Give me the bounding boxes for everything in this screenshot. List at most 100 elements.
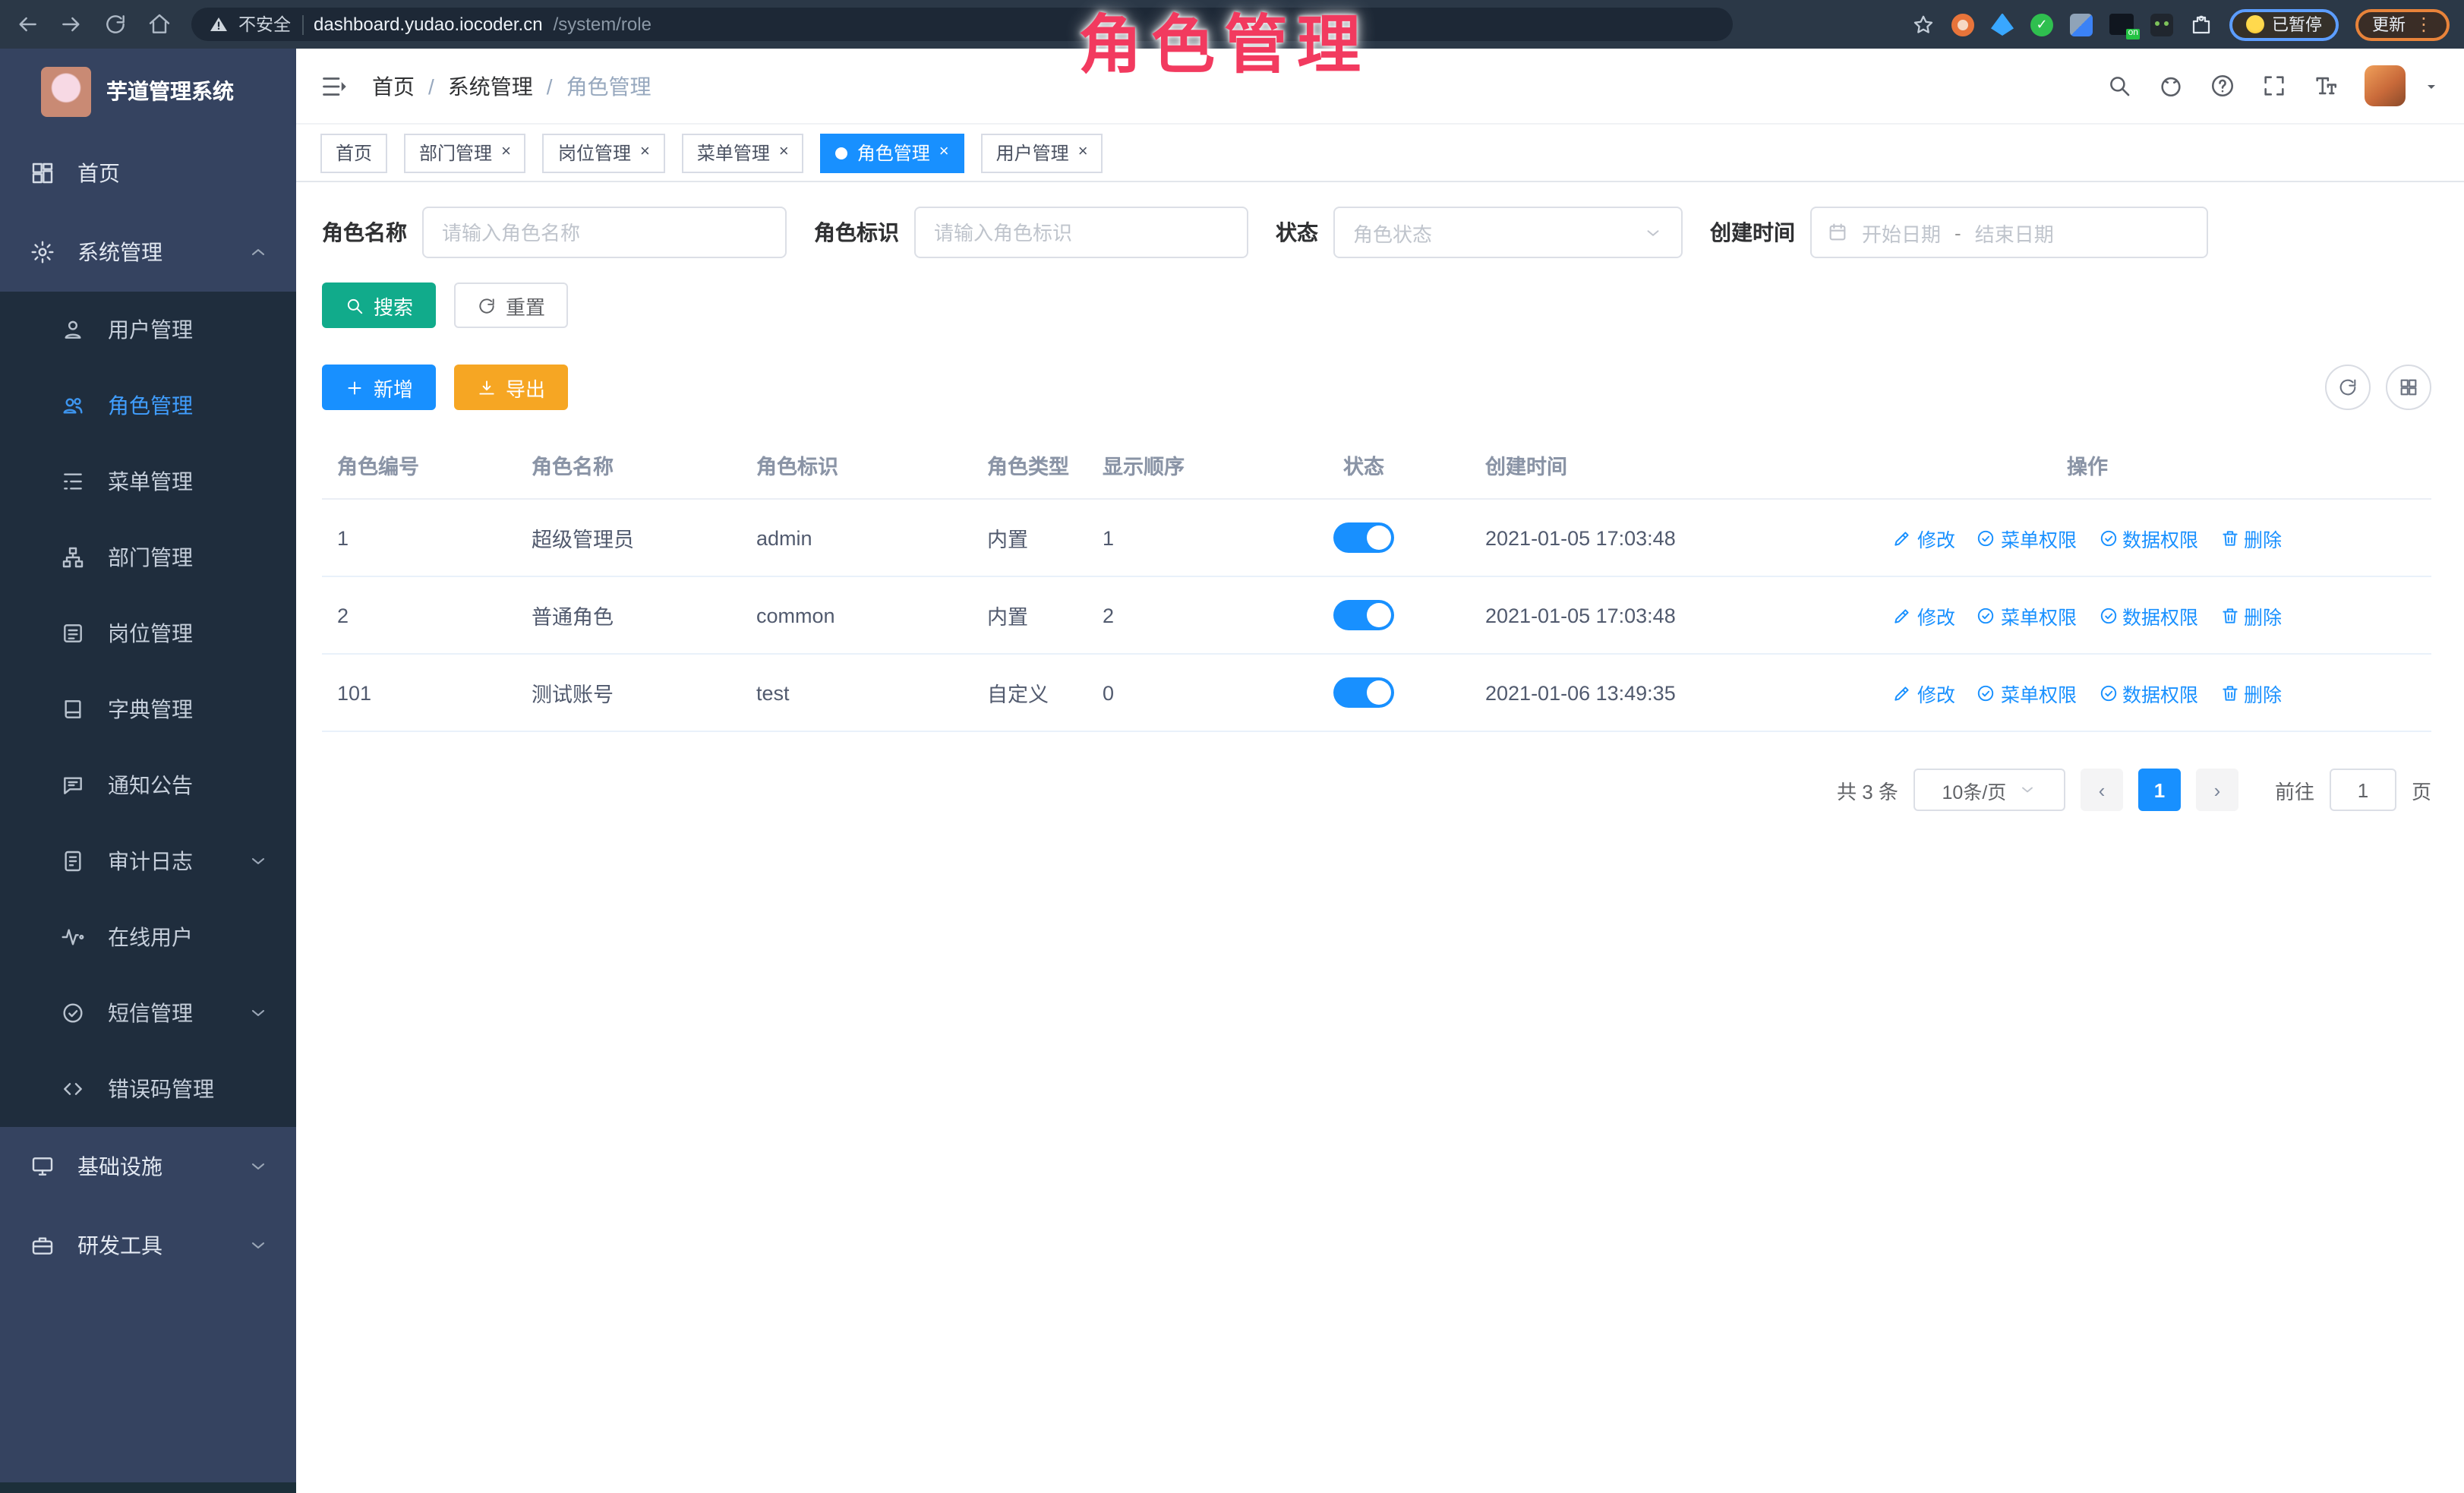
tab-部门管理[interactable]: 部门管理×	[404, 133, 526, 172]
sidebar-item-depts[interactable]: 部门管理	[0, 519, 296, 595]
github-icon[interactable]	[2158, 73, 2184, 99]
op-link-label: 删除	[2244, 601, 2282, 630]
delete-link[interactable]: 删除	[2219, 523, 2282, 552]
sidebar-item-audit-log[interactable]: 审计日志	[0, 823, 296, 899]
bookmark-star-icon[interactable]	[1912, 13, 1935, 36]
refresh-button[interactable]	[2325, 365, 2371, 410]
page-number-button[interactable]: 1	[2138, 769, 2181, 811]
edit-icon	[1893, 683, 1913, 702]
role-name-input[interactable]	[422, 207, 787, 258]
breadcrumb-system[interactable]: 系统管理	[448, 71, 533, 101]
avatar-caret-icon[interactable]	[2422, 77, 2440, 95]
edit-link[interactable]: 修改	[1893, 678, 1955, 707]
sidebar-item-roles[interactable]: 角色管理	[0, 368, 296, 443]
trash-icon	[2219, 683, 2239, 702]
menu-permission-link[interactable]: 菜单权限	[1977, 523, 2077, 552]
goto-page-input[interactable]	[2330, 769, 2396, 811]
close-icon[interactable]: ×	[939, 144, 949, 161]
sidebar-item-notice[interactable]: 通知公告	[0, 747, 296, 823]
sidebar-item-error-code[interactable]: 错误码管理	[0, 1051, 296, 1127]
address-bar[interactable]: 不安全 dashboard.yudao.iocoder.cn/system/ro…	[191, 8, 1733, 41]
export-button[interactable]: 导出	[454, 365, 568, 410]
browser-back-icon[interactable]	[15, 12, 39, 36]
role-key-label: 角色标识	[814, 217, 899, 248]
breadcrumb-home[interactable]: 首页	[372, 71, 415, 101]
search-button[interactable]: 搜索	[322, 283, 436, 328]
active-dot-icon	[836, 147, 848, 159]
menu-permission-link[interactable]: 菜单权限	[1977, 678, 2077, 707]
ext-onetab-icon[interactable]: on	[2109, 14, 2134, 35]
menu-permission-link[interactable]: 菜单权限	[1977, 601, 2077, 630]
op-link-label: 数据权限	[2122, 678, 2198, 707]
ext-drop-icon[interactable]	[1991, 13, 2014, 36]
close-icon[interactable]: ×	[501, 144, 511, 161]
delete-link[interactable]: 删除	[2219, 601, 2282, 630]
status-select[interactable]: 角色状态	[1333, 207, 1683, 258]
data-permission-link[interactable]: 数据权限	[2098, 678, 2198, 707]
sidebar-item-label: 首页	[77, 158, 120, 188]
sidebar-item-dev-tools[interactable]: 研发工具	[0, 1206, 296, 1285]
page-size-select[interactable]: 10条/页	[1913, 769, 2065, 811]
sidebar: 芋道管理系统 首页系统管理用户管理角色管理菜单管理部门管理岗位管理字典管理通知公…	[0, 49, 296, 1493]
status-toggle[interactable]	[1333, 677, 1394, 708]
kebab-menu-icon[interactable]: ⋮	[2415, 14, 2433, 35]
status-toggle[interactable]	[1333, 600, 1394, 630]
ext-tampermonkey-icon[interactable]	[2150, 13, 2173, 36]
sidebar-item-label: 角色管理	[108, 390, 193, 421]
paused-extension-pill[interactable]: 已暂停	[2229, 8, 2339, 40]
tab-角色管理[interactable]: 角色管理×	[821, 133, 964, 172]
tab-菜单管理[interactable]: 菜单管理×	[682, 133, 804, 172]
table-cell: 超级管理员	[516, 499, 741, 576]
sidebar-item-menus[interactable]: 菜单管理	[0, 443, 296, 519]
ext-adguard-icon[interactable]	[2030, 13, 2053, 36]
prev-page-button[interactable]: ‹	[2081, 769, 2123, 811]
header-search-icon[interactable]	[2106, 73, 2132, 99]
fullscreen-icon[interactable]	[2261, 73, 2287, 99]
online-icon	[61, 925, 85, 949]
sidebar-logo[interactable]: 芋道管理系统	[0, 49, 296, 134]
edit-link[interactable]: 修改	[1893, 523, 1955, 552]
tab-首页[interactable]: 首页	[320, 133, 387, 172]
close-icon[interactable]: ×	[640, 144, 650, 161]
sidebar-item-infra[interactable]: 基础设施	[0, 1127, 296, 1206]
browser-reload-icon[interactable]	[103, 12, 128, 36]
status-toggle[interactable]	[1333, 522, 1394, 553]
sidebar-item-users[interactable]: 用户管理	[0, 292, 296, 368]
browser-update-button[interactable]: 更新 ⋮	[2355, 8, 2450, 40]
extensions-puzzle-icon[interactable]	[2190, 13, 2213, 36]
user-avatar[interactable]	[2365, 65, 2406, 106]
help-icon[interactable]	[2210, 73, 2235, 99]
edit-icon	[1893, 528, 1913, 548]
tab-用户管理[interactable]: 用户管理×	[981, 133, 1103, 172]
tab-岗位管理[interactable]: 岗位管理×	[543, 133, 665, 172]
browser-forward-icon[interactable]	[59, 12, 84, 36]
browser-home-icon[interactable]	[147, 12, 172, 36]
sidebar-item-posts[interactable]: 岗位管理	[0, 595, 296, 671]
not-secure-warning-icon	[210, 15, 228, 33]
reset-button[interactable]: 重置	[454, 283, 568, 328]
column-settings-button[interactable]	[2386, 365, 2431, 410]
date-range-picker[interactable]: 开始日期 - 结束日期	[1810, 207, 2208, 258]
add-button[interactable]: 新增	[322, 365, 436, 410]
ext-target-icon[interactable]	[1951, 13, 1974, 36]
table-cell: 2	[322, 576, 516, 654]
sidebar-item-system[interactable]: 系统管理	[0, 213, 296, 292]
edit-link[interactable]: 修改	[1893, 601, 1955, 630]
hamburger-icon[interactable]	[320, 72, 348, 99]
op-link-label: 删除	[2244, 523, 2282, 552]
sidebar-item-label: 基础设施	[77, 1151, 162, 1182]
sidebar-item-online-users[interactable]: 在线用户	[0, 899, 296, 975]
delete-link[interactable]: 删除	[2219, 678, 2282, 707]
close-icon[interactable]: ×	[1078, 144, 1088, 161]
sidebar-item-dict[interactable]: 字典管理	[0, 671, 296, 747]
sidebar-item-sms[interactable]: 短信管理	[0, 975, 296, 1051]
pagination-total: 共 3 条	[1837, 775, 1898, 804]
data-permission-link[interactable]: 数据权限	[2098, 601, 2198, 630]
data-permission-link[interactable]: 数据权限	[2098, 523, 2198, 552]
font-size-icon[interactable]	[2313, 73, 2339, 99]
close-icon[interactable]: ×	[779, 144, 789, 161]
ext-grid-icon[interactable]	[2070, 13, 2093, 36]
next-page-button[interactable]: ›	[2196, 769, 2238, 811]
role-key-input[interactable]	[914, 207, 1248, 258]
sidebar-item-home[interactable]: 首页	[0, 134, 296, 213]
